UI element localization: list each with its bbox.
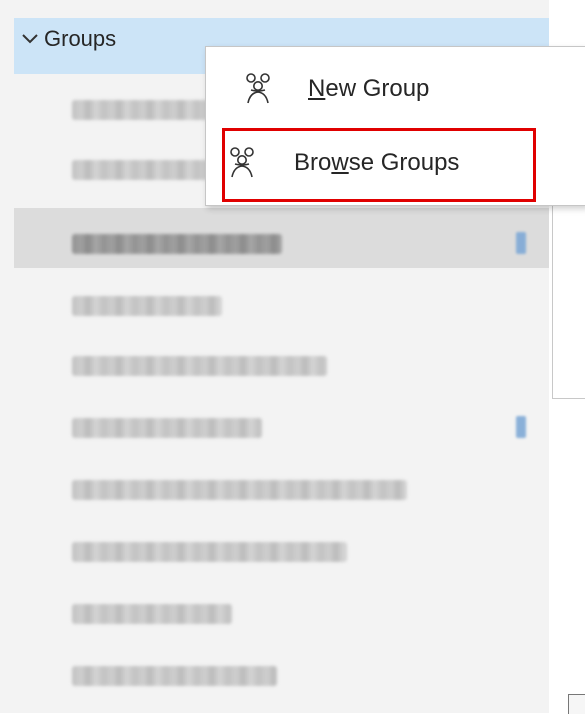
blurred-group-name (72, 418, 262, 438)
chevron-down-icon[interactable] (20, 29, 40, 49)
blurred-group-name (72, 666, 277, 686)
group-people-icon (230, 147, 254, 178)
blurred-group-name (72, 542, 347, 562)
blurred-group-name (72, 480, 407, 500)
blurred-unread-count (516, 416, 526, 438)
menu-item-label: Browse Groups (294, 149, 460, 176)
blurred-group-name (72, 296, 222, 316)
blurred-group-name (72, 160, 212, 180)
group-item[interactable] (14, 330, 549, 390)
blurred-unread-count (516, 232, 526, 254)
groups-label: Groups (44, 26, 117, 51)
menu-item-browse-groups[interactable]: Browse Groups (218, 133, 574, 193)
group-item[interactable] (14, 270, 549, 330)
menu-item-label: New Group (308, 75, 430, 102)
blurred-group-name (72, 604, 232, 624)
group-item[interactable] (14, 578, 549, 638)
groups-context-menu: New Group Browse Groups (205, 46, 585, 206)
group-item[interactable] (14, 392, 549, 452)
menu-item-new-group[interactable]: New Group (218, 59, 574, 119)
group-item[interactable] (14, 454, 549, 514)
blurred-group-name (72, 234, 282, 254)
group-item[interactable] (14, 516, 549, 576)
scrollbar-corner[interactable] (568, 694, 585, 714)
group-item-selected[interactable] (14, 208, 549, 268)
group-item[interactable] (14, 640, 549, 700)
blurred-group-name (72, 356, 327, 376)
blurred-group-name (72, 100, 222, 120)
group-people-icon (246, 73, 270, 104)
